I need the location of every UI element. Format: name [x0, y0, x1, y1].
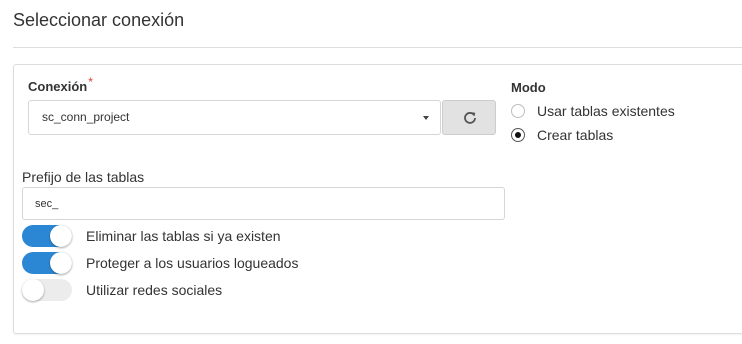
toggle-label: Utilizar redes sociales	[86, 282, 223, 298]
connection-select-value: sc_conn_project	[42, 110, 130, 124]
toggle-knob	[50, 225, 72, 247]
radio-label: Crear tablas	[537, 127, 614, 143]
required-mark: *	[88, 75, 93, 89]
radio-label: Usar tablas existentes	[537, 103, 675, 119]
refresh-icon	[464, 112, 476, 124]
radio-use-existing-tables[interactable]: Usar tablas existentes	[511, 102, 675, 120]
toggle-row-protect-logged-users[interactable]: Proteger a los usuarios logueados	[22, 252, 298, 274]
social-networks-toggle[interactable]	[22, 279, 72, 301]
drop-tables-toggle[interactable]	[22, 225, 72, 247]
title-divider	[13, 47, 742, 48]
protect-logged-users-toggle[interactable]	[22, 252, 72, 274]
toggle-knob	[22, 279, 44, 301]
chevron-down-icon	[423, 116, 429, 120]
radio-create-tables[interactable]: Crear tablas	[511, 126, 613, 144]
refresh-button[interactable]	[442, 100, 496, 135]
toggle-row-social-networks[interactable]: Utilizar redes sociales	[22, 279, 222, 301]
table-prefix-input[interactable]	[22, 187, 505, 220]
table-prefix-label: Prefijo de las tablas	[22, 169, 145, 185]
mode-label: Modo	[511, 80, 546, 95]
radio-circle-unchecked[interactable]	[511, 104, 525, 118]
toggle-row-drop-tables[interactable]: Eliminar las tablas si ya existen	[22, 225, 281, 247]
page-title: Seleccionar conexión	[13, 10, 185, 30]
connection-select[interactable]: sc_conn_project	[28, 100, 441, 135]
radio-circle-checked[interactable]	[511, 128, 525, 142]
connection-label: Conexión*	[28, 75, 93, 94]
connection-label-text: Conexión	[28, 79, 88, 94]
toggle-label: Proteger a los usuarios logueados	[86, 255, 299, 271]
toggle-label: Eliminar las tablas si ya existen	[86, 228, 281, 244]
toggle-knob	[50, 252, 72, 274]
